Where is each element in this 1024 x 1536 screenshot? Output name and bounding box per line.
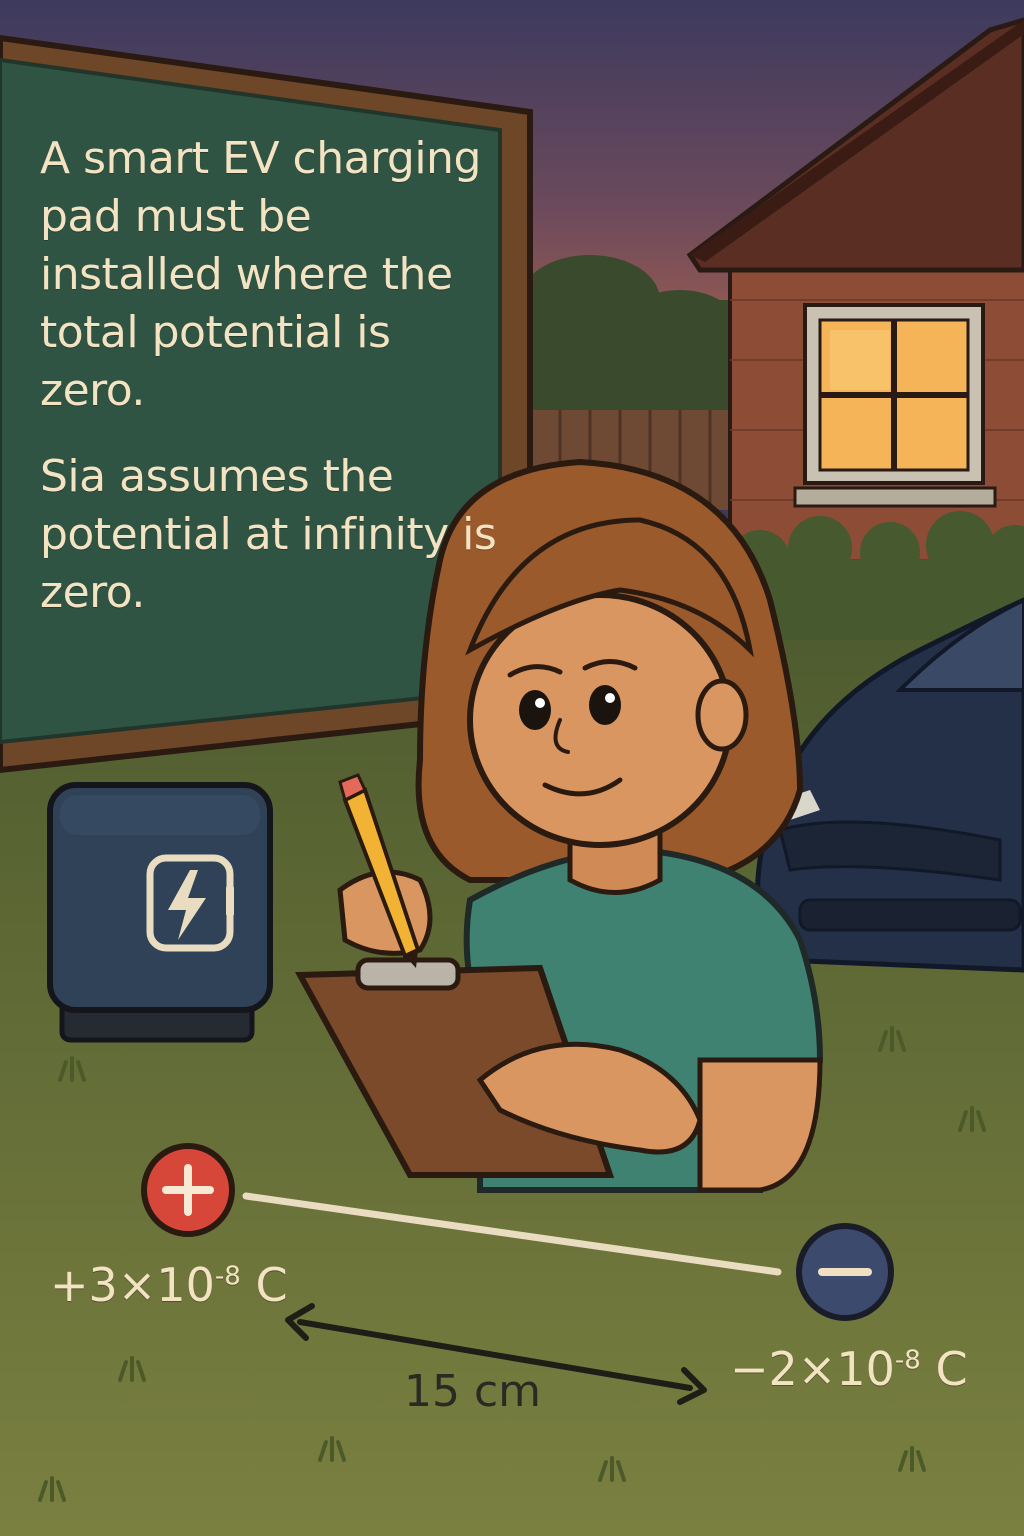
negative-charge-label: −2×10-8 C	[730, 1342, 968, 1396]
house-window	[793, 303, 997, 508]
illustration-scene: A smart EV charging pad must be installe…	[0, 0, 1024, 1536]
charging-station	[47, 782, 273, 1043]
negative-charge	[796, 1223, 894, 1321]
positive-charge-label: +3×10-8 C	[50, 1258, 288, 1312]
positive-charge	[141, 1143, 235, 1237]
distance-label: 15 cm	[404, 1366, 542, 1417]
problem-statement: A smart EV charging pad must be installe…	[40, 133, 481, 416]
assumption-note: Sia assumes the potential at infinity is…	[40, 451, 497, 618]
